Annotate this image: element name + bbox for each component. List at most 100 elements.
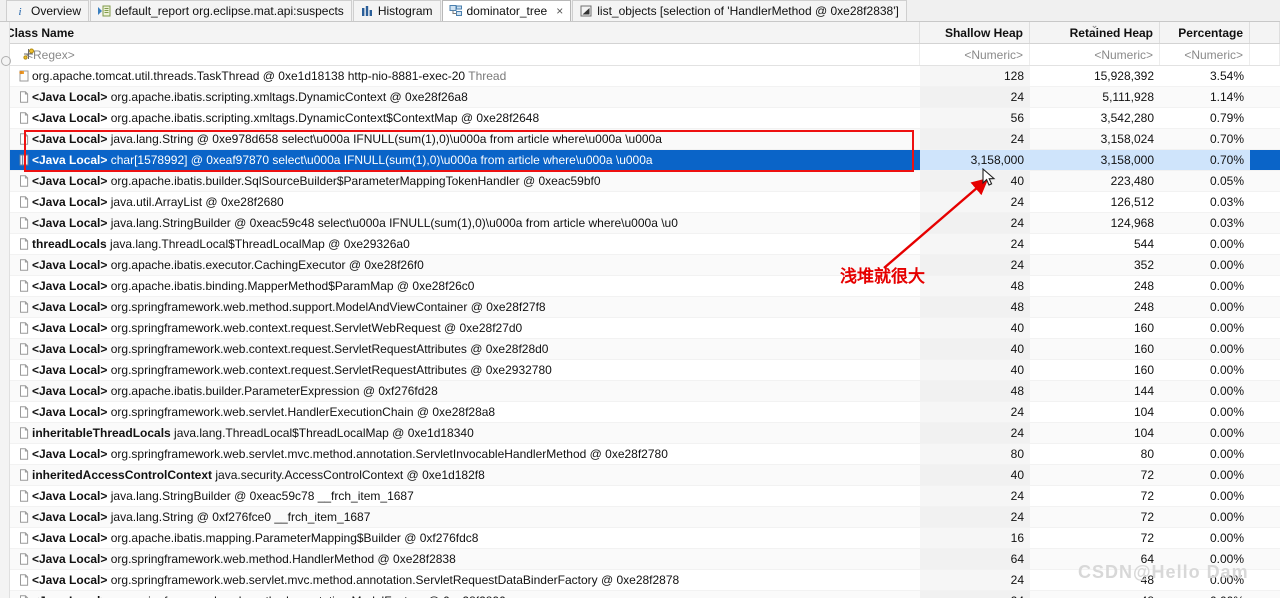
cell-percentage: 0.00% <box>1160 465 1250 485</box>
table-row[interactable]: ›<Java Local> org.springframework.web.se… <box>0 444 1280 465</box>
table-row[interactable]: ›<Java Local> org.apache.ibatis.mapping.… <box>0 528 1280 549</box>
cell-percentage-value: 0.00% <box>1209 342 1244 356</box>
table-row[interactable]: ⌄org.apache.tomcat.util.threads.TaskThre… <box>0 66 1280 87</box>
table-row[interactable]: ›<Java Local> java.lang.StringBuilder @ … <box>0 213 1280 234</box>
object-icon <box>16 216 32 230</box>
table-row[interactable]: ›threadLocals java.lang.ThreadLocal$Thre… <box>0 234 1280 255</box>
filter-retained-heap[interactable]: <Numeric> <box>1030 44 1160 65</box>
cell-shallow-heap-value: 24 <box>1010 195 1024 209</box>
cell-class-name: ›<Java Local> org.springframework.web.co… <box>0 360 920 380</box>
table-row[interactable]: ›<Java Local> java.util.ArrayList @ 0xe2… <box>0 192 1280 213</box>
object-icon <box>16 489 32 503</box>
cell-class-name-label: org.apache.tomcat.util.threads.TaskThrea… <box>32 69 507 83</box>
tab-close-icon[interactable]: × <box>556 5 563 17</box>
cell-class-name: ›<Java Local> org.apache.ibatis.builder.… <box>0 171 920 191</box>
cell-retained-heap: 64 <box>1030 549 1160 569</box>
object-icon <box>16 552 32 566</box>
table-row[interactable]: ›<Java Local> org.springframework.web.me… <box>0 297 1280 318</box>
cell-percentage-value: 0.00% <box>1209 405 1244 419</box>
table-row[interactable]: ›<Java Local> org.apache.ibatis.binding.… <box>0 276 1280 297</box>
table-row[interactable]: ›<Java Local> org.springframework.web.co… <box>0 318 1280 339</box>
cell-retained-heap: 104 <box>1030 402 1160 422</box>
cell-class-name-label: <Java Local> org.apache.ibatis.scripting… <box>32 111 540 125</box>
dominator-tree-table: Class Name Shallow Heap ⌄ Retained Heap … <box>0 22 1280 598</box>
tab-list-objects[interactable]: list_objects [selection of 'HandlerMetho… <box>572 0 907 21</box>
table-row[interactable]: ›<Java Local> org.springframework.web.me… <box>0 549 1280 570</box>
cell-retained-heap: 72 <box>1030 486 1160 506</box>
cell-percentage-value: 0.00% <box>1209 258 1244 272</box>
field-name: <Java Local> <box>32 594 107 598</box>
tab-label: dominator_tree <box>466 4 548 18</box>
cell-spacer <box>1250 570 1280 590</box>
table-row[interactable]: ›<Java Local> java.lang.String @ 0xf276f… <box>0 507 1280 528</box>
cell-spacer <box>1250 234 1280 254</box>
table-row[interactable]: ›<Java Local> java.lang.StringBuilder @ … <box>0 486 1280 507</box>
cell-retained-heap: 3,542,280 <box>1030 108 1160 128</box>
table-row[interactable]: ›<Java Local> org.springframework.web.co… <box>0 360 1280 381</box>
cell-retained-heap-value: 104 <box>1133 405 1154 419</box>
cell-retained-heap-value: 64 <box>1140 552 1154 566</box>
cell-shallow-heap-value: 64 <box>1010 552 1024 566</box>
field-name: inheritedAccessControlContext <box>32 468 213 482</box>
cell-spacer <box>1250 297 1280 317</box>
cell-retained-heap-value: 352 <box>1133 258 1154 272</box>
table-row[interactable]: ›<Java Local> org.springframework.web.me… <box>0 591 1280 598</box>
table-row[interactable]: ›<Java Local> org.apache.ibatis.scriptin… <box>0 87 1280 108</box>
filter-shallow-heap[interactable]: <Numeric> <box>920 44 1030 65</box>
filter-percentage[interactable]: <Numeric> <box>1160 44 1250 65</box>
cell-retained-heap-value: 5,111,928 <box>1102 90 1154 104</box>
cell-percentage-value: 0.00% <box>1209 468 1244 482</box>
cell-shallow-heap: 80 <box>920 444 1030 464</box>
cell-percentage: 0.70% <box>1160 129 1250 149</box>
field-name: <Java Local> <box>32 531 108 545</box>
type-suffix: Thread <box>468 69 507 83</box>
object-icon <box>16 426 32 440</box>
cell-percentage-value: 0.00% <box>1209 279 1244 293</box>
field-name: <Java Local> <box>32 258 108 272</box>
tab-dominator-tree[interactable]: dominator_tree × <box>441 0 572 21</box>
cell-class-name: ›<Java Local> java.lang.String @ 0xe978d… <box>0 129 920 149</box>
cell-retained-heap: 248 <box>1030 276 1160 296</box>
filter-class-name[interactable]: <Regex> <box>0 44 920 65</box>
table-row[interactable]: ›inheritedAccessControlContext java.secu… <box>0 465 1280 486</box>
cell-percentage: 0.00% <box>1160 234 1250 254</box>
cell-percentage-value: 0.00% <box>1209 531 1244 545</box>
column-header-retained-heap[interactable]: ⌄ Retained Heap <box>1030 22 1160 43</box>
column-header-percentage[interactable]: Percentage <box>1160 22 1250 43</box>
table-row[interactable]: ›<Java Local> char[1578992] @ 0xeaf97870… <box>0 150 1280 171</box>
cell-shallow-heap-value: 24 <box>1010 132 1024 146</box>
object-icon <box>16 90 32 104</box>
cell-percentage: 0.00% <box>1160 528 1250 548</box>
object-icon <box>16 468 32 482</box>
cell-class-name-label: <Java Local> org.apache.ibatis.builder.P… <box>32 384 438 398</box>
tab-histogram[interactable]: Histogram <box>352 0 441 21</box>
cell-class-name: ›inheritedAccessControlContext java.secu… <box>0 465 920 485</box>
cell-percentage-value: 0.00% <box>1209 321 1244 335</box>
column-header-class-name[interactable]: Class Name <box>0 22 920 43</box>
tab-default-report[interactable]: default_report org.eclipse.mat.api:suspe… <box>90 0 352 21</box>
table-row[interactable]: ›<Java Local> org.springframework.web.co… <box>0 339 1280 360</box>
cell-percentage-value: 3.54% <box>1209 69 1244 83</box>
cell-shallow-heap-value: 16 <box>1010 531 1024 545</box>
table-row[interactable]: ›<Java Local> org.apache.ibatis.builder.… <box>0 171 1280 192</box>
table-row[interactable]: ›inheritableThreadLocals java.lang.Threa… <box>0 423 1280 444</box>
table-row[interactable]: ›<Java Local> org.apache.ibatis.executor… <box>0 255 1280 276</box>
table-row[interactable]: ›<Java Local> org.apache.ibatis.builder.… <box>0 381 1280 402</box>
cell-percentage-value: 1.14% <box>1209 90 1244 104</box>
column-header-shallow-heap[interactable]: Shallow Heap <box>920 22 1030 43</box>
object-icon <box>16 531 32 545</box>
cell-retained-heap: 160 <box>1030 360 1160 380</box>
cell-shallow-heap-value: 40 <box>1010 321 1024 335</box>
object-icon <box>16 111 32 125</box>
cell-shallow-heap-value: 3,158,000 <box>970 153 1024 167</box>
tab-overview[interactable]: i Overview <box>6 0 90 21</box>
cell-shallow-heap: 24 <box>920 234 1030 254</box>
table-row[interactable]: ›<Java Local> org.apache.ibatis.scriptin… <box>0 108 1280 129</box>
table-row[interactable]: ›<Java Local> org.springframework.web.se… <box>0 570 1280 591</box>
object-icon <box>16 237 32 251</box>
cell-spacer <box>1250 528 1280 548</box>
table-row[interactable]: ›<Java Local> java.lang.String @ 0xe978d… <box>0 129 1280 150</box>
cell-percentage: 0.00% <box>1160 402 1250 422</box>
table-row[interactable]: ›<Java Local> org.springframework.web.se… <box>0 402 1280 423</box>
cell-spacer <box>1250 402 1280 422</box>
